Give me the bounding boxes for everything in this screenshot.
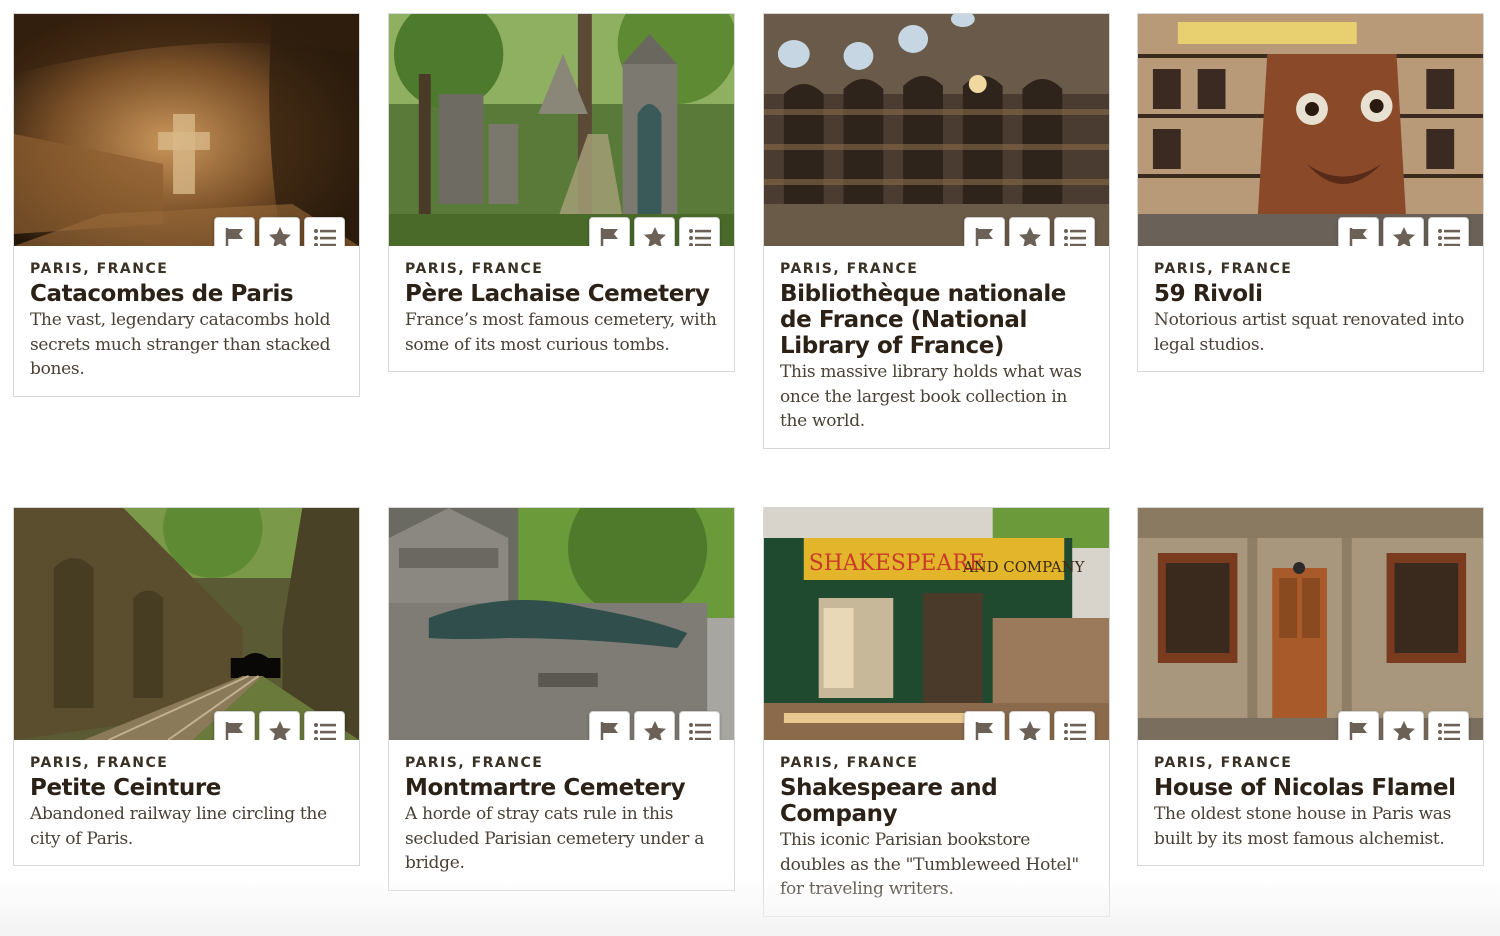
place-description: The oldest stone house in Paris was buil… bbox=[1154, 804, 1452, 849]
flag-icon bbox=[225, 721, 243, 740]
place-title[interactable]: Shakespeare and Company bbox=[780, 775, 1093, 827]
star-icon bbox=[1018, 720, 1041, 740]
place-location: PARIS, FRANCE bbox=[1154, 261, 1293, 277]
flag-icon bbox=[975, 227, 993, 246]
svg-text:SHAKESPEARE: SHAKESPEARE bbox=[809, 551, 985, 576]
favorite-button[interactable] bbox=[1009, 217, 1050, 246]
place-card[interactable]: SHAKESPEARE AND COMPANY PARIS, FRANCE Sh… bbox=[763, 507, 1110, 917]
list-icon bbox=[1437, 722, 1460, 740]
flag-icon bbox=[1349, 227, 1367, 246]
add-to-list-button[interactable] bbox=[679, 711, 720, 740]
star-icon bbox=[1018, 226, 1041, 246]
flag-icon bbox=[225, 227, 243, 246]
place-title[interactable]: Bibliothèque nationale de France (Nation… bbox=[780, 281, 1093, 359]
flag-icon bbox=[600, 227, 618, 246]
place-card[interactable]: PARIS, FRANCE Montmartre Cemetery A hord… bbox=[388, 507, 735, 891]
flag-icon bbox=[975, 721, 993, 740]
place-card[interactable]: PARIS, FRANCE 59 Rivoli Notorious artist… bbox=[1137, 13, 1484, 372]
photo-scene bbox=[389, 508, 734, 740]
list-icon bbox=[688, 722, 711, 740]
place-description: A horde of stray cats rule in this seclu… bbox=[405, 804, 705, 873]
place-location: PARIS, FRANCE bbox=[780, 755, 919, 771]
add-to-list-button[interactable] bbox=[1054, 711, 1095, 740]
place-description: Abandoned railway line circling the city… bbox=[30, 804, 327, 849]
railway-tunnel-photo[interactable] bbox=[14, 508, 359, 740]
star-icon bbox=[643, 720, 666, 740]
place-title[interactable]: Père Lachaise Cemetery bbox=[405, 281, 718, 307]
place-location: PARIS, FRANCE bbox=[780, 261, 919, 277]
place-title[interactable]: Petite Ceinture bbox=[30, 775, 343, 801]
catacomb-bones-photo[interactable] bbox=[14, 14, 359, 246]
favorite-button[interactable] bbox=[259, 711, 300, 740]
place-title[interactable]: House of Nicolas Flamel bbox=[1154, 775, 1467, 801]
add-to-list-button[interactable] bbox=[1054, 217, 1095, 246]
place-description: This iconic Parisian bookstore doubles a… bbox=[780, 830, 1079, 899]
favorite-button[interactable] bbox=[634, 711, 675, 740]
favorite-button[interactable] bbox=[1009, 711, 1050, 740]
place-location: PARIS, FRANCE bbox=[30, 261, 169, 277]
place-description: France’s most famous cemetery, with some… bbox=[405, 310, 717, 355]
place-card[interactable]: PARIS, FRANCE Bibliothèque nationale de … bbox=[763, 13, 1110, 449]
cemetery-tombs-photo[interactable] bbox=[389, 14, 734, 246]
photo-scene bbox=[389, 14, 734, 246]
been-here-button[interactable] bbox=[1338, 217, 1379, 246]
star-icon bbox=[268, 226, 291, 246]
place-location: PARIS, FRANCE bbox=[405, 755, 544, 771]
list-icon bbox=[1063, 228, 1086, 246]
list-icon bbox=[313, 722, 336, 740]
montmartre-tomb-photo[interactable] bbox=[389, 508, 734, 740]
add-to-list-button[interactable] bbox=[679, 217, 720, 246]
photo-scene bbox=[14, 14, 359, 246]
star-icon bbox=[1392, 720, 1415, 740]
flag-icon bbox=[600, 721, 618, 740]
photo-scene: SHAKESPEARE AND COMPANY bbox=[764, 508, 1109, 740]
favorite-button[interactable] bbox=[634, 217, 675, 246]
been-here-button[interactable] bbox=[964, 217, 1005, 246]
add-to-list-button[interactable] bbox=[1428, 217, 1469, 246]
bookstore-storefront-photo[interactable]: SHAKESPEARE AND COMPANY bbox=[764, 508, 1109, 740]
favorite-button[interactable] bbox=[259, 217, 300, 246]
place-card[interactable]: PARIS, FRANCE Père Lachaise Cemetery Fra… bbox=[388, 13, 735, 372]
add-to-list-button[interactable] bbox=[304, 217, 345, 246]
photo-scene bbox=[1138, 508, 1483, 740]
list-icon bbox=[313, 228, 336, 246]
place-description: Notorious artist squat renovated into le… bbox=[1154, 310, 1465, 355]
add-to-list-button[interactable] bbox=[1428, 711, 1469, 740]
star-icon bbox=[268, 720, 291, 740]
list-icon bbox=[688, 228, 711, 246]
svg-text:AND COMPANY: AND COMPANY bbox=[962, 558, 1085, 576]
flag-icon bbox=[1349, 721, 1367, 740]
art-building-facade-photo[interactable] bbox=[1138, 14, 1483, 246]
been-here-button[interactable] bbox=[214, 711, 255, 740]
star-icon bbox=[643, 226, 666, 246]
place-location: PARIS, FRANCE bbox=[1154, 755, 1293, 771]
place-title[interactable]: Montmartre Cemetery bbox=[405, 775, 718, 801]
photo-scene bbox=[764, 14, 1109, 246]
place-card[interactable]: PARIS, FRANCE Petite Ceinture Abandoned … bbox=[13, 507, 360, 866]
place-card[interactable]: PARIS, FRANCE House of Nicolas Flamel Th… bbox=[1137, 507, 1484, 866]
place-title[interactable]: 59 Rivoli bbox=[1154, 281, 1467, 307]
stone-house-photo[interactable] bbox=[1138, 508, 1483, 740]
been-here-button[interactable] bbox=[964, 711, 1005, 740]
place-card[interactable]: PARIS, FRANCE Catacombes de Paris The va… bbox=[13, 13, 360, 397]
photo-scene bbox=[1138, 14, 1483, 246]
bottom-fade bbox=[0, 876, 1500, 936]
photo-scene bbox=[14, 508, 359, 740]
been-here-button[interactable] bbox=[589, 711, 630, 740]
place-description: This massive library holds what was once… bbox=[780, 362, 1082, 431]
favorite-button[interactable] bbox=[1383, 217, 1424, 246]
place-location: PARIS, FRANCE bbox=[405, 261, 544, 277]
place-title[interactable]: Catacombes de Paris bbox=[30, 281, 343, 307]
been-here-button[interactable] bbox=[589, 217, 630, 246]
library-reading-room-photo[interactable] bbox=[764, 14, 1109, 246]
place-location: PARIS, FRANCE bbox=[30, 755, 169, 771]
place-description: The vast, legendary catacombs hold secre… bbox=[30, 310, 331, 379]
list-icon bbox=[1437, 228, 1460, 246]
favorite-button[interactable] bbox=[1383, 711, 1424, 740]
been-here-button[interactable] bbox=[214, 217, 255, 246]
add-to-list-button[interactable] bbox=[304, 711, 345, 740]
list-icon bbox=[1063, 722, 1086, 740]
star-icon bbox=[1392, 226, 1415, 246]
been-here-button[interactable] bbox=[1338, 711, 1379, 740]
